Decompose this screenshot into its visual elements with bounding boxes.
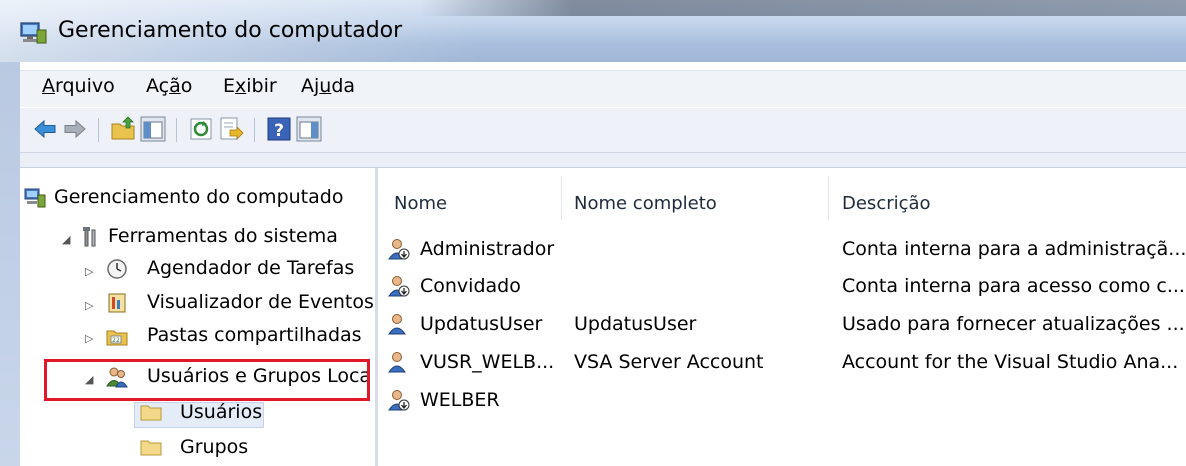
forward-arrow-icon[interactable] [62,116,88,142]
tree-item-event-viewer[interactable]: Visualizador de Eventos [147,291,374,313]
tree-item-task-scheduler[interactable]: Agendador de Tarefas [147,257,354,279]
help-icon[interactable]: ? [266,116,292,142]
collapsed-arrow-icon[interactable]: ▷ [85,332,93,345]
shared-folder-icon: 22 [106,330,128,346]
row-name: Convidado [420,275,521,297]
app-window: Gerenciamento do computador Arquivo Ação… [0,0,1186,466]
menu-ajuda[interactable]: Ajuda [301,75,355,97]
show-hide-action-pane-icon[interactable] [296,116,322,142]
back-arrow-icon[interactable] [32,116,58,142]
tree-item-shared-folders[interactable]: Pastas compartilhadas [147,324,362,346]
computer-management-icon [20,22,47,44]
menu-arquivo[interactable]: Arquivo [42,75,115,97]
pane-top-strip [20,153,1186,168]
up-folder-icon[interactable] [110,116,136,142]
row-description: Conta interna para acesso como c... [842,275,1185,297]
column-header-full-name[interactable]: Nome completo [574,193,717,214]
tools-icon [83,227,96,247]
disabled-user-icon [388,276,410,297]
clock-icon [107,259,127,279]
folder-icon [140,440,162,456]
row-name: VUSR_WELB... [420,351,555,373]
row-full-name: VSA Server Account [574,351,764,373]
title-bar[interactable]: Gerenciamento do computador [0,0,1186,62]
row-description: Usado para fornecer atualizações ... [842,313,1185,335]
user-icon [388,352,406,373]
window-title: Gerenciamento do computador [58,18,403,43]
event-viewer-icon [108,293,126,313]
column-header-name[interactable]: Nome [394,193,447,214]
row-description: Account for the Visual Studio Ana... [842,351,1179,373]
column-header-description[interactable]: Descrição [842,193,931,214]
window-frame-left [0,62,20,466]
menu-bar: Arquivo Ação Exibir Ajuda [20,70,1186,107]
svg-text:?: ? [274,121,284,141]
user-icon [388,314,406,335]
highlight-annotation-box [44,359,370,401]
show-hide-console-tree-icon[interactable] [140,116,166,142]
expanded-arrow-icon[interactable]: ◢ [62,233,70,246]
row-name: UpdatusUser [420,313,543,335]
menu-acao[interactable]: Ação [146,75,192,97]
tree-item-system-tools[interactable]: Ferramentas do sistema [108,225,338,247]
row-name: Administrador [420,238,555,260]
tree-item-users[interactable]: Usuários [180,401,262,423]
computer-management-icon [24,188,46,208]
row-name: WELBER [420,389,500,411]
folder-icon [140,405,162,421]
tree-item-root[interactable]: Gerenciamento do computado [54,186,343,208]
disabled-user-icon [388,390,410,411]
svg-text:22: 22 [112,337,120,344]
menu-exibir[interactable]: Exibir [223,75,277,97]
row-description: Conta interna para a administraçã... [842,238,1186,260]
refresh-icon[interactable] [188,116,214,142]
export-list-icon[interactable] [218,116,244,142]
collapsed-arrow-icon[interactable]: ▷ [85,299,93,312]
collapsed-arrow-icon[interactable]: ▷ [85,265,93,278]
disabled-user-icon [388,239,410,260]
row-full-name: UpdatusUser [574,313,697,335]
menu-arquivo-label: rquivo [55,75,115,97]
toolbar: ? [20,108,1186,153]
tree-item-groups[interactable]: Grupos [180,436,248,458]
